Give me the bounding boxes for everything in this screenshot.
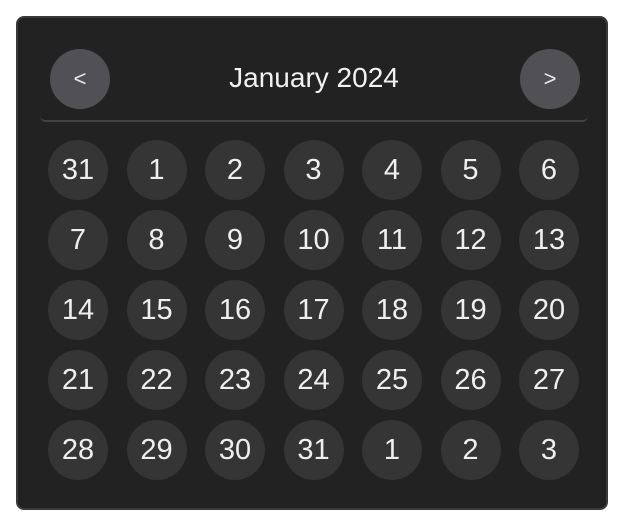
next-month-button[interactable]: > [520,49,580,109]
day-cell[interactable]: 2 [440,420,501,480]
day-cell[interactable]: 7 [48,210,108,270]
day-cell[interactable]: 3 [283,140,344,200]
day-cell[interactable]: 24 [283,350,344,410]
calendar-widget: < January 2024 > 31 1 2 3 4 5 6 7 8 9 10… [16,16,608,510]
day-cell[interactable]: 31 [283,420,344,480]
chevron-left-icon: < [73,66,87,91]
day-cell[interactable]: 5 [440,140,501,200]
day-cell[interactable]: 16 [205,280,265,340]
day-cell[interactable]: 17 [283,280,344,340]
day-cell[interactable]: 2 [205,140,265,200]
day-grid: 31 1 2 3 4 5 6 7 8 9 10 11 12 13 14 15 1… [48,140,579,480]
day-cell[interactable]: 3 [519,420,579,480]
day-cell[interactable]: 14 [48,280,108,340]
day-cell[interactable]: 21 [48,350,108,410]
day-cell[interactable]: 1 [362,420,422,480]
day-cell[interactable]: 31 [48,140,108,200]
day-cell[interactable]: 12 [440,210,501,270]
day-cell[interactable]: 11 [362,210,422,270]
day-cell[interactable]: 26 [440,350,501,410]
month-title: January 2024 [229,62,399,93]
calendar-header: < January 2024 > [40,18,588,122]
day-cell[interactable]: 8 [126,210,187,270]
day-cell[interactable]: 29 [126,420,187,480]
previous-month-button[interactable]: < [50,49,110,109]
day-cell[interactable]: 19 [440,280,501,340]
day-cell[interactable]: 6 [519,140,579,200]
day-cell[interactable]: 15 [126,280,187,340]
day-cell[interactable]: 10 [283,210,344,270]
day-cell[interactable]: 27 [519,350,579,410]
day-cell[interactable]: 4 [362,140,422,200]
day-cell[interactable]: 30 [205,420,265,480]
day-cell[interactable]: 22 [126,350,187,410]
day-cell[interactable]: 1 [126,140,187,200]
day-cell[interactable]: 25 [362,350,422,410]
day-cell[interactable]: 20 [519,280,579,340]
day-cell[interactable]: 28 [48,420,108,480]
day-cell[interactable]: 23 [205,350,265,410]
chevron-right-icon: > [543,66,557,91]
day-cell[interactable]: 18 [362,280,422,340]
day-cell[interactable]: 9 [205,210,265,270]
day-cell[interactable]: 13 [519,210,579,270]
